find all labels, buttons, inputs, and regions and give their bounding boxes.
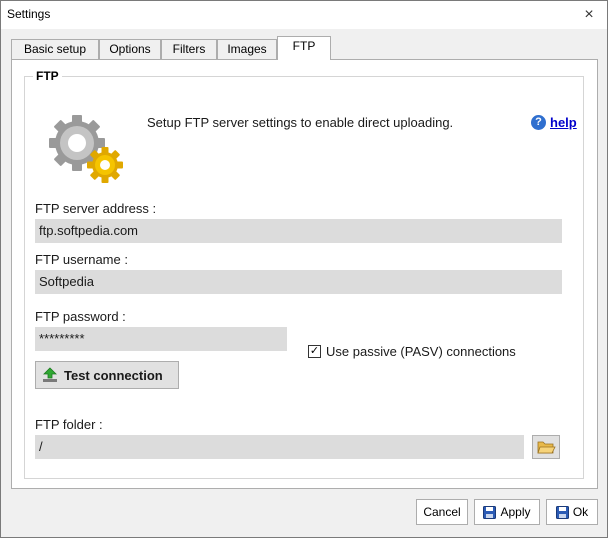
help-link[interactable]: ? help: [531, 115, 577, 130]
passive-connections-checkbox[interactable]: ✓ Use passive (PASV) connections: [308, 344, 516, 359]
ok-label: Ok: [572, 505, 589, 519]
username-field[interactable]: Softpedia: [35, 270, 562, 294]
description-text: Setup FTP server settings to enable dire…: [147, 115, 454, 130]
passive-checkbox-label: Use passive (PASV) connections: [326, 344, 516, 359]
ftp-groupbox: FTP Setup FTP server settings to enable …: [24, 69, 584, 479]
upload-arrow-icon: [43, 367, 57, 382]
cancel-button[interactable]: Cancel: [416, 499, 468, 525]
server-address-field[interactable]: ftp.softpedia.com: [35, 219, 562, 243]
help-icon: ?: [531, 115, 546, 130]
gears-icon: [49, 115, 123, 183]
password-label: FTP password :: [35, 309, 126, 324]
save-disk-icon: [483, 505, 497, 519]
tab-options[interactable]: Options: [99, 39, 161, 60]
close-icon: ×: [584, 6, 594, 23]
apply-label: Apply: [500, 505, 531, 519]
folder-label: FTP folder :: [35, 417, 103, 432]
folder-field[interactable]: /: [35, 435, 524, 459]
ftp-tab-panel: FTP Setup FTP server settings to enable …: [11, 59, 598, 489]
tab-filters[interactable]: Filters: [161, 39, 217, 60]
tab-images[interactable]: Images: [217, 39, 277, 60]
cancel-label: Cancel: [423, 505, 461, 519]
browse-folder-button[interactable]: [532, 435, 560, 459]
open-folder-icon: [537, 441, 556, 454]
passive-checkbox-box[interactable]: ✓: [308, 345, 321, 358]
username-label: FTP username :: [35, 252, 128, 267]
apply-button[interactable]: Apply: [474, 499, 540, 525]
group-title: FTP: [33, 69, 62, 83]
window-title: Settings: [7, 7, 51, 21]
password-field[interactable]: *********: [35, 327, 287, 351]
close-button[interactable]: ×: [579, 5, 599, 25]
server-address-label: FTP server address :: [35, 201, 157, 216]
save-disk-icon: [555, 505, 569, 519]
tab-ftp[interactable]: FTP: [277, 36, 331, 60]
title-bar: Settings ×: [1, 1, 607, 29]
test-connection-button[interactable]: Test connection: [35, 361, 179, 389]
help-label: help: [550, 115, 577, 130]
tab-basic-setup[interactable]: Basic setup: [11, 39, 99, 60]
ok-button[interactable]: Ok: [546, 499, 598, 525]
test-connection-label: Test connection: [64, 367, 163, 383]
settings-window: Settings × Basic setup Options Filters I…: [0, 0, 608, 538]
